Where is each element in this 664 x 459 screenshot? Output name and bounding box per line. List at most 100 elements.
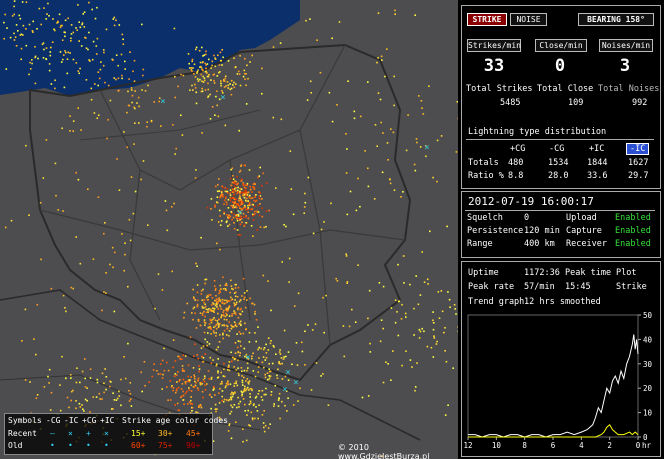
strike-dot — [224, 75, 227, 78]
strike-dot — [427, 283, 429, 285]
strike-dot — [174, 373, 177, 375]
dist-ratio-pos-cg: 8.8 — [508, 171, 524, 181]
ic-strike-marker: × — [424, 143, 429, 153]
lightning-map[interactable]: × × × × × × × × Symbols -CG -IC +CG +IC Strike … — [0, 0, 458, 459]
close-per-min-button[interactable]: Close/min — [535, 39, 587, 52]
strike-dot — [18, 14, 21, 17]
strike-dot — [123, 131, 125, 133]
strike-dot — [60, 61, 63, 63]
strike-trend-line — [468, 334, 639, 438]
strike-dot — [229, 189, 232, 191]
strike-dot — [191, 84, 193, 87]
strike-dot — [247, 382, 250, 384]
strike-dot — [212, 359, 214, 361]
strike-dot — [331, 37, 333, 40]
strike-dot — [99, 68, 102, 71]
strike-dot — [401, 303, 403, 306]
strike-dot — [295, 342, 298, 344]
close-per-min-value: 0 — [554, 56, 566, 76]
strike-dot — [240, 199, 242, 201]
strike-dot — [269, 342, 272, 345]
strike-dot — [173, 375, 176, 377]
strike-dot — [186, 380, 189, 382]
strike-dot — [161, 388, 163, 390]
plot-value[interactable]: Strike — [616, 282, 647, 292]
strike-dot — [353, 110, 356, 113]
strike-dot — [330, 202, 332, 205]
strike-dot — [13, 5, 15, 8]
strike-dot — [202, 378, 205, 381]
strike-dot — [226, 313, 228, 316]
strike-dot — [368, 289, 371, 292]
strikes-per-min-button[interactable]: Strikes/min — [467, 39, 521, 52]
strike-dot — [210, 362, 213, 365]
strike-dot — [209, 319, 212, 322]
bearing-button[interactable]: BEARING 158° — [578, 13, 654, 26]
strike-dot — [214, 304, 217, 307]
strike-dot — [228, 361, 231, 363]
dist-ratio-neg-cg: 28.0 — [548, 171, 569, 181]
strike-dot — [222, 309, 225, 312]
dist-col-neg-ic[interactable]: -IC — [626, 143, 650, 155]
strike-dot — [47, 2, 49, 5]
strike-dot — [320, 375, 322, 377]
strike-dot — [345, 133, 347, 135]
strike-dot — [411, 366, 413, 368]
strike-dot — [440, 135, 443, 137]
strike-dot — [207, 95, 210, 97]
strike-dot — [42, 177, 45, 179]
strike-dot — [75, 171, 77, 174]
strike-dot — [127, 90, 129, 93]
strike-dot — [66, 396, 69, 399]
strike-dot — [231, 360, 233, 363]
strike-dot — [268, 375, 271, 377]
strike-dot — [222, 276, 224, 279]
legend-old-pos-cg-symbol: • — [86, 441, 91, 450]
strike-dot — [233, 185, 236, 188]
strike-dot — [239, 352, 241, 354]
strike-dot — [277, 399, 280, 401]
noise-tab[interactable]: NOISE — [510, 13, 547, 26]
strike-dot — [215, 348, 218, 351]
plot-label: Plot — [616, 268, 637, 278]
strike-dot — [249, 208, 251, 211]
strike-dot — [357, 177, 359, 180]
strike-dot — [256, 229, 259, 231]
strike-dot — [227, 60, 230, 62]
strike-dot — [382, 132, 384, 134]
strike-dot — [70, 24, 73, 26]
strike-dot — [400, 318, 403, 320]
strike-dot — [233, 213, 235, 216]
strike-dot — [402, 255, 405, 257]
strike-dot — [196, 387, 199, 389]
strike-dot — [397, 300, 400, 303]
strike-dot — [252, 352, 254, 355]
strike-dot — [234, 66, 237, 69]
strike-dot — [255, 194, 257, 196]
strike-dot — [59, 384, 61, 386]
strike-dot — [374, 124, 377, 126]
strike-dot — [50, 287, 53, 290]
noises-per-min-button[interactable]: Noises/min — [599, 39, 653, 52]
strike-dot — [188, 380, 191, 383]
strike-tab[interactable]: STRIKE — [467, 13, 507, 26]
strike-dot — [127, 285, 129, 288]
strike-dot — [433, 337, 436, 339]
strike-dot — [197, 377, 200, 380]
strike-dot — [243, 292, 246, 294]
strike-dot — [234, 201, 236, 203]
range-label: Range — [467, 239, 493, 249]
strike-dot — [194, 177, 197, 179]
strike-dot — [227, 430, 230, 432]
strike-dot — [244, 78, 246, 80]
strike-dot — [190, 396, 192, 398]
strike-dot — [444, 414, 447, 416]
strike-dot — [270, 309, 272, 312]
strike-dot — [241, 370, 243, 373]
strike-dot — [293, 305, 296, 307]
strike-dot — [389, 182, 392, 185]
strike-dot — [161, 289, 164, 291]
strike-dot — [124, 253, 126, 256]
strike-dot — [43, 7, 45, 9]
strike-dot — [260, 396, 263, 398]
